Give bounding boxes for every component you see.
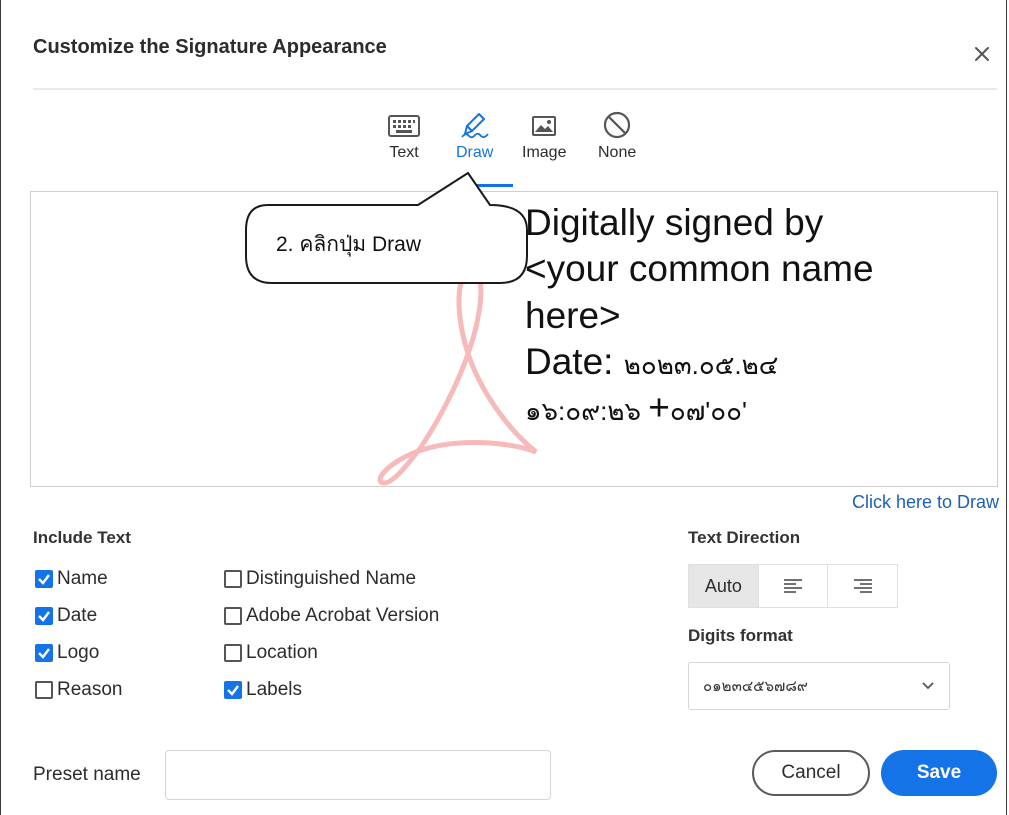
- preview-time-line: ๑๖:๐๙:๒๖ +๐๗'๐๐': [525, 385, 995, 431]
- signature-text: Digitally signed by <your common name he…: [525, 200, 995, 431]
- preview-tz-value: ๐๗'๐๐': [669, 396, 747, 426]
- checkbox-distinguished-name[interactable]: Distinguished Name: [224, 568, 416, 590]
- tab-text[interactable]: Text: [386, 110, 422, 162]
- preview-date-line: Date: ๒๐๒๓.๐๕.๒๔: [525, 339, 995, 385]
- checkbox-name[interactable]: Name: [35, 568, 108, 590]
- checkbox-location-box[interactable]: [224, 644, 242, 662]
- checkbox-logo-label: Logo: [57, 642, 100, 663]
- window-border-left: [0, 0, 1, 815]
- dialog-title: Customize the Signature Appearance: [33, 36, 387, 58]
- close-icon[interactable]: [970, 42, 994, 66]
- preview-time-value: ๑๖:๐๙:๒๖: [525, 396, 649, 426]
- checkbox-reason-box[interactable]: [35, 681, 53, 699]
- callout-text: 2. คลิกปุ่ม Draw: [276, 233, 421, 256]
- checkmark-icon: [227, 685, 239, 696]
- keyboard-icon: [388, 115, 420, 137]
- preset-name-input[interactable]: [165, 750, 551, 800]
- checkbox-reason-label: Reason: [57, 679, 123, 700]
- preview-date-value: ๒๐๒๓.๐๕.๒๔: [623, 349, 779, 380]
- checkbox-name-label: Name: [57, 568, 108, 589]
- checkbox-name-box[interactable]: [35, 570, 53, 588]
- click-here-to-draw-link[interactable]: Click here to Draw: [852, 492, 999, 513]
- preview-line-2: <your common name: [525, 248, 874, 290]
- checkbox-date-box[interactable]: [35, 607, 53, 625]
- no-symbol-icon: [604, 111, 631, 139]
- text-direction-auto[interactable]: Auto: [689, 565, 759, 607]
- checkbox-acrobat-version-label: Adobe Acrobat Version: [246, 605, 440, 626]
- digits-format-label: Digits format: [688, 626, 793, 645]
- tab-none-label: None: [598, 144, 637, 161]
- checkbox-distinguished-name-box[interactable]: [224, 570, 242, 588]
- image-icon: [532, 116, 557, 136]
- checkbox-logo[interactable]: Logo: [35, 642, 99, 664]
- checkmark-icon: [38, 648, 50, 659]
- include-text-label: Include Text: [33, 528, 131, 547]
- acrobat-logo-icon: [377, 269, 538, 486]
- text-direction-left[interactable]: [759, 565, 829, 607]
- checkbox-labels[interactable]: Labels: [224, 679, 302, 701]
- text-direction-label: Text Direction: [688, 528, 801, 547]
- window-border-right: [1006, 0, 1007, 815]
- tab-draw-label: Draw: [456, 144, 494, 161]
- checkmark-icon: [38, 574, 50, 585]
- preview-date-label: Date:: [525, 340, 624, 382]
- checkbox-distinguished-name-label: Distinguished Name: [246, 568, 417, 589]
- preview-line-1: Digitally signed by: [525, 202, 824, 243]
- close-button[interactable]: [970, 42, 994, 66]
- checkbox-date-label: Date: [57, 605, 98, 626]
- tab-none[interactable]: None: [598, 110, 636, 162]
- checkbox-labels-label: Labels: [246, 679, 302, 700]
- checkbox-date[interactable]: Date: [35, 605, 97, 627]
- chevron-down-icon: [922, 682, 934, 690]
- digits-format-value: ๐๑๒๓๔๕๖๗๘๙: [703, 678, 808, 695]
- tab-draw[interactable]: Draw: [456, 110, 493, 162]
- checkbox-labels-box[interactable]: [224, 681, 242, 699]
- checkbox-logo-box[interactable]: [35, 644, 53, 662]
- align-right-icon: [853, 579, 872, 593]
- tab-image-label: Image: [522, 144, 567, 161]
- signature-preview: Digitally signed by <your common name he…: [30, 191, 998, 487]
- cancel-button[interactable]: Cancel: [752, 750, 870, 796]
- checkbox-location[interactable]: Location: [224, 642, 318, 664]
- text-direction-right[interactable]: [828, 565, 897, 607]
- digits-format-select[interactable]: ๐๑๒๓๔๕๖๗๘๙: [688, 662, 950, 710]
- preview-line-3: here>: [525, 294, 621, 336]
- checkbox-reason[interactable]: Reason: [35, 679, 123, 701]
- align-left-icon: [784, 579, 802, 593]
- active-tab-indicator: [455, 184, 513, 187]
- save-button[interactable]: Save: [881, 750, 997, 796]
- preview-tz-plus: +: [648, 387, 670, 428]
- pen-draw-icon: [460, 113, 489, 139]
- title-divider: [33, 88, 997, 90]
- tab-text-label: Text: [389, 144, 419, 161]
- tab-image[interactable]: Image: [522, 110, 566, 162]
- checkbox-location-label: Location: [246, 642, 318, 663]
- checkbox-acrobat-version[interactable]: Adobe Acrobat Version: [224, 605, 439, 627]
- checkbox-acrobat-version-box[interactable]: [224, 607, 242, 625]
- text-direction-toggle: Auto: [688, 564, 898, 608]
- preset-name-label: Preset name: [33, 764, 141, 785]
- checkmark-icon: [38, 611, 50, 622]
